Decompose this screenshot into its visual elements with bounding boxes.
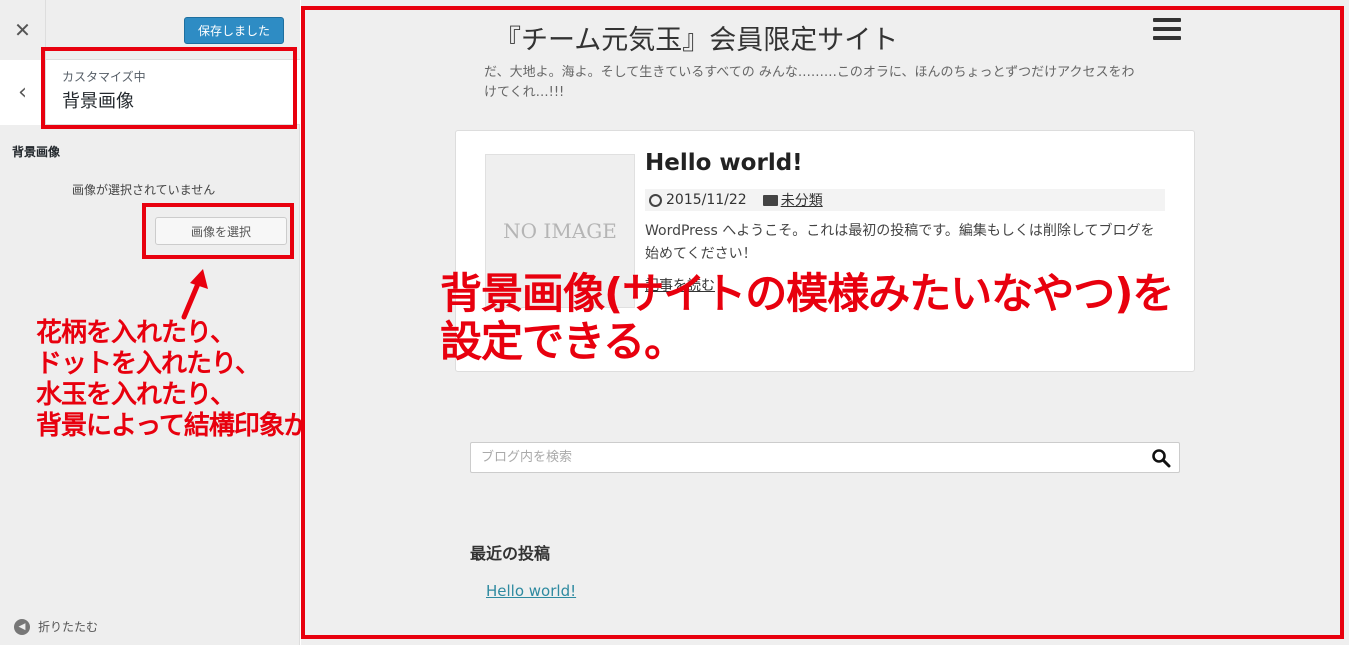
hamburger-menu-icon[interactable] — [1153, 18, 1181, 40]
site-title[interactable]: 『チーム元気玉』会員限定サイト — [494, 18, 898, 57]
annotation-line: 設定できる。 — [440, 317, 686, 366]
sidebar-header: ✕ 保存しました — [0, 0, 300, 60]
collapse-label: 折りたたむ — [38, 620, 99, 634]
no-image-message: 画像が選択されていません — [72, 183, 216, 197]
chevron-left-icon[interactable]: ‹ — [0, 60, 46, 125]
select-image-button[interactable]: 画像を選択 — [155, 217, 287, 245]
post-meta: 2015/11/22 未分類 — [645, 189, 1165, 211]
save-button[interactable]: 保存しました — [184, 17, 284, 44]
control-title: 背景画像 — [12, 145, 61, 159]
clock-icon — [649, 193, 662, 207]
collapse-button[interactable]: ◀ 折りたたむ — [14, 618, 98, 635]
thumbnail-placeholder-text: NO IMAGE — [503, 219, 617, 243]
post-date: 2015/11/22 — [666, 192, 747, 208]
recent-post-link[interactable]: Hello world! — [486, 582, 576, 600]
annotation-right: 背景画像(サイトの模様みたいなやつ)を 設定できる。 — [440, 269, 1174, 366]
customizing-label: カスタマイズ中 — [62, 70, 146, 84]
post-excerpt: WordPress へようこそ。これは最初の投稿です。編集もしくは削除してブログ… — [645, 223, 1155, 262]
folder-icon — [762, 194, 778, 206]
post-category-link[interactable]: 未分類 — [781, 190, 823, 210]
site-tagline: だ、大地よ。海よ。そして生きているすべての みんな………このオラに、ほんのちょっ… — [484, 65, 1135, 100]
annotation-arrow-icon — [181, 269, 208, 320]
search-box — [470, 442, 1180, 473]
section-title: 背景画像 — [62, 91, 134, 112]
customizer-sidebar: ✕ 保存しました ‹ カスタマイズ中 背景画像 背景画像 画像が選択されていませ… — [0, 0, 385, 645]
section-header: ‹ カスタマイズ中 背景画像 — [0, 60, 300, 125]
post-title[interactable]: Hello world! — [645, 150, 803, 176]
search-icon[interactable] — [1151, 448, 1171, 468]
annotation-line: 背景画像(サイトの模様みたいなやつ)を — [440, 269, 1174, 318]
recent-posts-title: 最近の投稿 — [470, 544, 551, 563]
collapse-circle-icon: ◀ — [14, 618, 30, 635]
search-input[interactable] — [471, 443, 1141, 472]
close-icon[interactable]: ✕ — [0, 0, 46, 60]
